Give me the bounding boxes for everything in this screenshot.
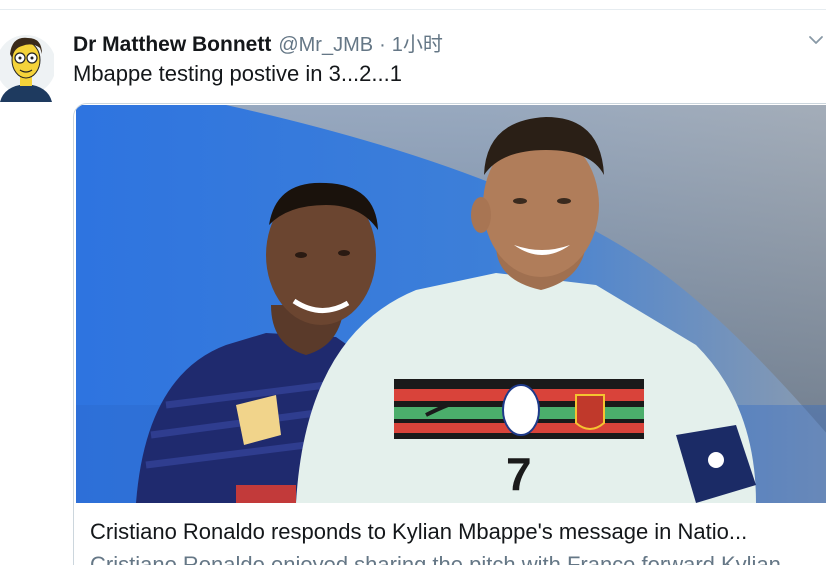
shirt-number: 7 — [506, 448, 532, 500]
author-display-name[interactable]: Dr Matthew Bonnett — [73, 33, 271, 57]
card-title[interactable]: Cristiano Ronaldo responds to Kylian Mba… — [90, 519, 825, 545]
chevron-down-icon — [809, 36, 823, 44]
tweet-menu-button[interactable] — [806, 30, 826, 50]
tweet-text: Mbappe testing postive in 3...2...1 — [73, 61, 402, 86]
tweet-header: Dr Matthew Bonnett @Mr_JMB · 1小时 — [73, 28, 443, 56]
cartoon-avatar-icon — [0, 35, 54, 102]
tweet-page: Dr Matthew Bonnett @Mr_JMB · 1小时 Mbappe … — [0, 0, 826, 565]
card-description[interactable]: Cristiano Ronaldo enjoyed sharing the pi… — [90, 552, 825, 565]
card-photo: 7 — [76, 105, 826, 503]
author-handle[interactable]: @Mr_JMB — [278, 34, 373, 57]
separator-dot: · — [379, 34, 386, 56]
tweet-timestamp[interactable]: 1小时 — [392, 28, 443, 57]
link-card[interactable]: 7 Cristiano Ronaldo responds to Kylian M… — [73, 103, 826, 565]
avatar[interactable] — [0, 28, 54, 102]
card-image[interactable]: 7 — [76, 105, 826, 503]
divider — [0, 9, 826, 10]
